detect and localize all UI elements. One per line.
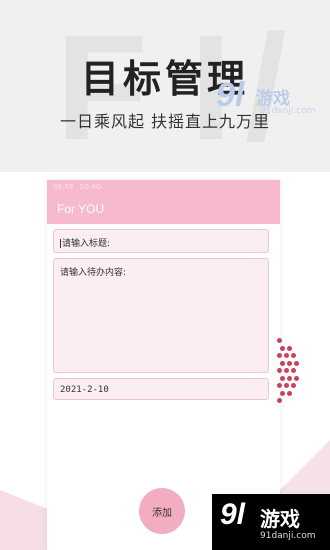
dot	[277, 353, 282, 358]
dot	[284, 368, 289, 373]
dot	[280, 390, 285, 396]
dot	[287, 375, 292, 381]
status-bar: 09:59 5G 4G	[47, 180, 280, 194]
dot	[280, 360, 285, 366]
title-input[interactable]: 请输入标题:	[53, 229, 269, 253]
dot	[277, 383, 282, 388]
dot	[291, 383, 296, 388]
watermark-url: 91danji.com	[260, 531, 316, 541]
date-value: 2021-2-10	[60, 385, 109, 395]
watermark-text: 游戏	[260, 507, 300, 531]
watermark-logo-top: 9l 游戏 91danji.com	[216, 78, 316, 118]
dot	[277, 338, 282, 343]
status-indicators: 5G 4G	[79, 183, 102, 191]
dot	[277, 368, 282, 373]
dot	[280, 345, 285, 351]
dot	[280, 375, 285, 381]
watermark-url: 91danji.com	[260, 106, 316, 116]
dot	[287, 360, 292, 366]
add-button-label: 添加	[152, 507, 172, 519]
dot	[277, 398, 282, 403]
dot	[287, 345, 292, 351]
watermark-number: 9l	[220, 498, 246, 531]
status-time: 09:59	[53, 183, 74, 191]
dot	[291, 353, 296, 358]
app-title: For YOU	[57, 202, 105, 216]
app-bar: For YOU	[47, 194, 280, 224]
dot	[291, 368, 296, 373]
title-placeholder: 请输入标题:	[62, 239, 111, 249]
dot	[287, 390, 292, 396]
add-button[interactable]: 添加	[139, 488, 185, 534]
content-input[interactable]: 请输入待办内容:	[53, 258, 269, 373]
dotted-pattern-decoration	[277, 338, 299, 406]
dot	[284, 353, 289, 358]
dot	[294, 360, 299, 366]
dot	[284, 383, 289, 388]
dot	[294, 375, 299, 381]
date-field[interactable]: 2021-2-10	[53, 378, 269, 400]
text-caret	[60, 239, 61, 248]
watermark-logo-bottom: 9l 游戏 91danji.com	[212, 494, 330, 550]
content-placeholder: 请输入待办内容:	[60, 268, 127, 278]
watermark-number: 9l	[216, 76, 245, 114]
